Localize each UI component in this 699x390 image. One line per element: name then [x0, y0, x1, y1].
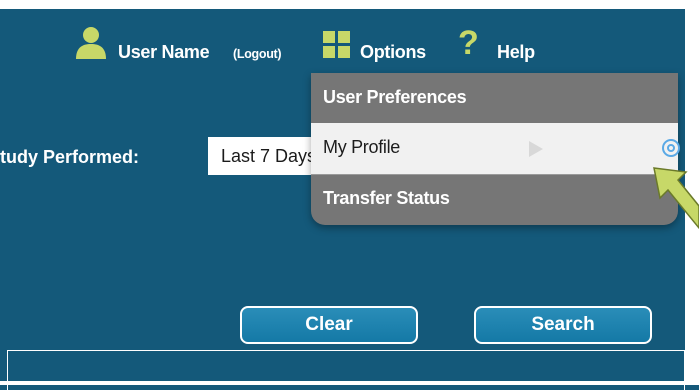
pointer-arrow-icon: [653, 167, 699, 230]
menu-item-user-preferences[interactable]: User Preferences: [311, 73, 678, 123]
gear-icon[interactable]: [661, 138, 681, 158]
logout-link[interactable]: (Logout): [233, 47, 282, 61]
user-name[interactable]: User Name: [118, 42, 210, 63]
search-button[interactable]: Search: [474, 306, 652, 344]
options-menu-button[interactable]: Options: [360, 42, 426, 63]
clear-button[interactable]: Clear: [240, 306, 418, 344]
menu-item-my-profile[interactable]: My Profile: [311, 123, 678, 174]
menu-item-transfer-status[interactable]: Transfer Status: [311, 174, 678, 224]
chevron-right-icon: [529, 141, 543, 157]
study-performed-label: tudy Performed:: [0, 147, 140, 167]
help-link[interactable]: Help: [497, 42, 535, 63]
menu-item-label: My Profile: [323, 137, 401, 157]
results-panel: [7, 350, 685, 390]
user-icon: [76, 27, 106, 59]
options-dropdown-menu: User Preferences My Profile Transfer Sta…: [311, 73, 678, 225]
date-range-select[interactable]: Last 7 Days: [208, 137, 312, 175]
question-mark-icon[interactable]: ?: [458, 26, 479, 60]
grid-icon[interactable]: [322, 30, 352, 60]
frame-top-border: [0, 0, 699, 9]
